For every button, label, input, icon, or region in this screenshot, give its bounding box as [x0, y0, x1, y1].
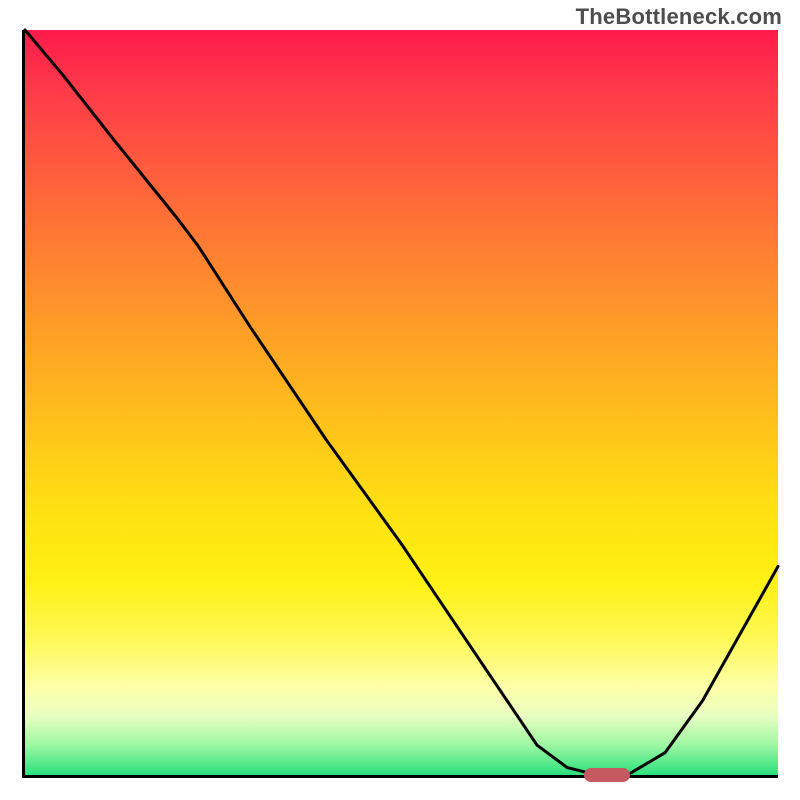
- chart-plot-area: [22, 30, 778, 778]
- chart-curve: [25, 30, 778, 775]
- chart-curve-svg: [25, 30, 778, 775]
- watermark-text: TheBottleneck.com: [576, 4, 782, 30]
- optimal-range-marker: [584, 768, 629, 782]
